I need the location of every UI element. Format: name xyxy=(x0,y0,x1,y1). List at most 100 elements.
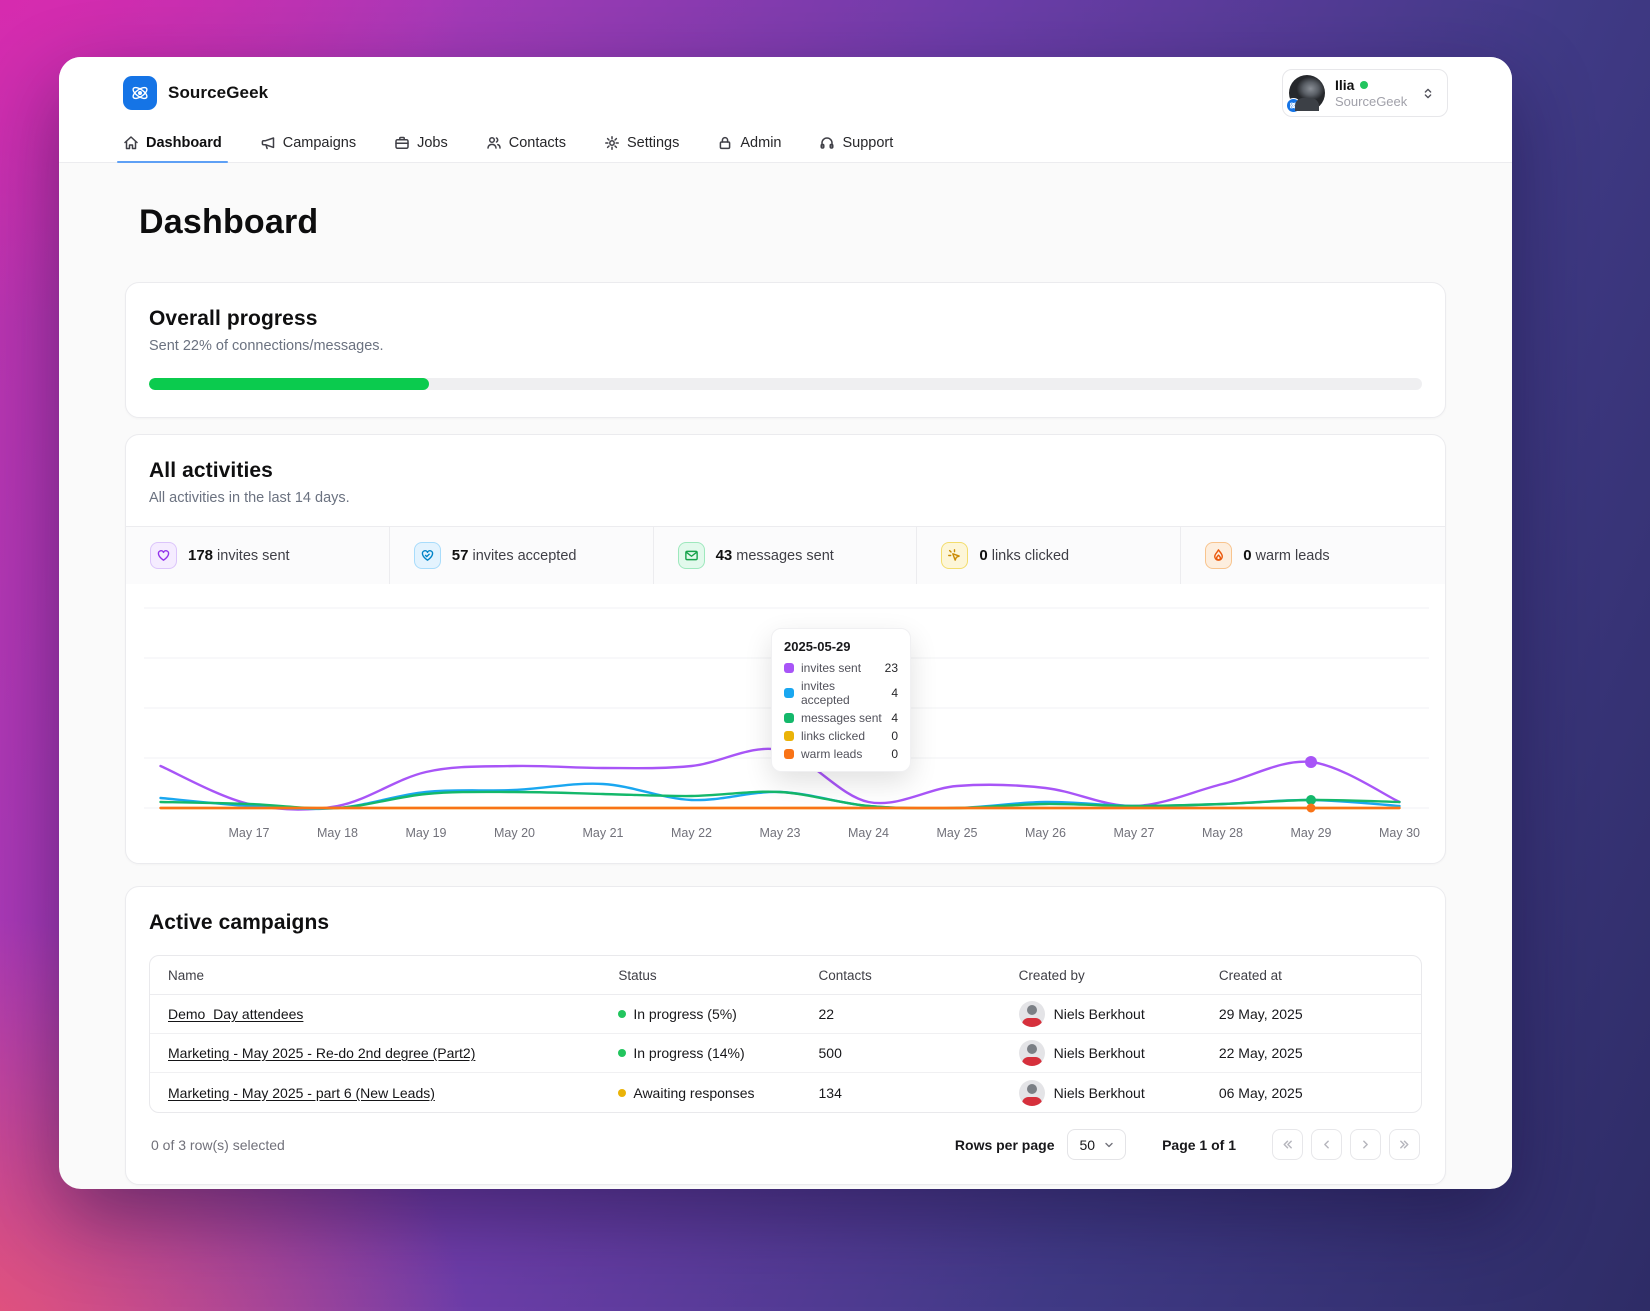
series-label: warm leads xyxy=(801,747,863,761)
chevrons-right-icon xyxy=(1400,1140,1409,1149)
nav-label: Dashboard xyxy=(146,134,222,151)
contacts-count: 22 xyxy=(818,1006,835,1022)
chevron-down-icon xyxy=(1103,1139,1115,1151)
contacts-count: 134 xyxy=(818,1084,842,1101)
series-swatch xyxy=(784,749,794,759)
user-menu[interactable]: Ilia SourceGeek xyxy=(1282,69,1448,117)
heart-hand-icon xyxy=(413,542,441,569)
series-value: 0 xyxy=(891,729,898,743)
svg-text:May 28: May 28 xyxy=(1202,826,1243,840)
creator-avatar xyxy=(1018,1001,1045,1027)
svg-text:May 27: May 27 xyxy=(1114,826,1155,840)
series-label: messages sent xyxy=(801,711,882,725)
svg-text:May 21: May 21 xyxy=(583,826,624,840)
created-at: 29 May, 2025 xyxy=(1218,1006,1303,1022)
nav-contacts[interactable]: Contacts xyxy=(486,123,566,162)
column-name: Name xyxy=(168,967,205,983)
overall-progress-title: Overall progress xyxy=(149,307,318,330)
contacts-count: 500 xyxy=(818,1045,842,1061)
column-status: Status xyxy=(618,967,657,983)
campaign-link[interactable]: Demo_Day attendees xyxy=(168,1006,303,1022)
svg-text:May 19: May 19 xyxy=(406,826,447,840)
last-page-button[interactable] xyxy=(1389,1129,1420,1160)
table-header-row: Name Status Contacts Created by Created … xyxy=(150,956,1421,995)
creator-avatar xyxy=(1018,1079,1045,1106)
stat-value: 178 xyxy=(188,547,214,564)
stat-value: 43 xyxy=(715,547,733,564)
cursor-click-icon xyxy=(941,542,969,569)
rows-per-page-value: 50 xyxy=(1079,1136,1096,1153)
campaign-link[interactable]: Marketing - May 2025 - Re-do 2nd degree … xyxy=(168,1045,475,1061)
flame-icon xyxy=(1205,542,1233,569)
chart-tooltip: 2025-05-29 invites sent 23 invites accept… xyxy=(771,628,911,772)
megaphone-icon xyxy=(260,135,276,151)
next-page-button[interactable] xyxy=(1350,1129,1381,1160)
nav-label: Campaigns xyxy=(282,134,357,151)
activities-chart[interactable]: May 17 May 18 May 19 May 20 May 21 May 22 May … xyxy=(126,584,1445,863)
stat-label: messages sent xyxy=(736,548,834,564)
tooltip-row: invites sent 23 xyxy=(784,661,898,675)
stat-label: invites accepted xyxy=(472,548,577,564)
stat-warm-leads: 0 warm leads xyxy=(1181,527,1445,584)
nav-settings[interactable]: Settings xyxy=(604,123,679,162)
campaigns-table: Name Status Contacts Created by Created … xyxy=(149,955,1422,1113)
campaign-link[interactable]: Marketing - May 2025 - part 6 (New Leads… xyxy=(168,1085,435,1101)
chevron-left-icon xyxy=(1324,1140,1329,1149)
users-icon xyxy=(486,135,502,151)
stat-value: 0 xyxy=(1243,547,1252,564)
series-swatch xyxy=(784,731,794,741)
nav-dashboard[interactable]: Dashboard xyxy=(117,123,228,163)
status-dot xyxy=(618,1010,627,1018)
main-content: Dashboard Overall progress Sent 22% of c… xyxy=(59,203,1512,1185)
user-organization: SourceGeek xyxy=(1335,93,1408,109)
svg-text:May 29: May 29 xyxy=(1291,826,1332,840)
stat-value: 57 xyxy=(451,547,469,564)
stat-value: 0 xyxy=(979,547,988,564)
home-icon xyxy=(123,135,139,151)
all-activities-subtitle: All activities in the last 14 days. xyxy=(149,490,350,506)
creator-avatar xyxy=(1018,1040,1045,1066)
nav-label: Settings xyxy=(626,134,680,151)
svg-text:May 17: May 17 xyxy=(229,826,270,840)
briefcase-icon xyxy=(394,135,410,151)
stat-label: warm leads xyxy=(1255,548,1330,564)
nav-admin[interactable]: Admin xyxy=(717,123,781,162)
series-value: 0 xyxy=(891,747,898,761)
series-value: 23 xyxy=(884,661,898,675)
table-row: Marketing - May 2025 - part 6 (New Leads… xyxy=(150,1073,1421,1112)
tooltip-date: 2025-05-29 xyxy=(784,639,851,654)
app-window: SourceGeek Ilia SourceGeek Dashboard Cam… xyxy=(59,57,1512,1189)
creator-name: Niels Berkhout xyxy=(1053,1084,1145,1101)
nav-label: Contacts xyxy=(508,134,566,151)
created-at: 06 May, 2025 xyxy=(1218,1084,1303,1101)
tooltip-row: messages sent 4 xyxy=(784,711,898,725)
nav-jobs[interactable]: Jobs xyxy=(394,123,448,162)
page-title: Dashboard xyxy=(139,203,319,241)
chevrons-left-icon xyxy=(1283,1140,1292,1149)
series-label: links clicked xyxy=(801,729,866,743)
first-page-button[interactable] xyxy=(1272,1129,1303,1160)
user-avatar xyxy=(1286,75,1325,113)
mail-sent-icon xyxy=(677,542,705,569)
series-swatch xyxy=(784,663,794,673)
nav-label: Admin xyxy=(740,134,782,151)
nav-campaigns[interactable]: Campaigns xyxy=(260,123,356,162)
status-text: In progress (14%) xyxy=(633,1045,745,1061)
previous-page-button[interactable] xyxy=(1311,1129,1342,1160)
series-label: invites accepted xyxy=(801,679,850,707)
user-name: Ilia xyxy=(1335,76,1355,93)
progress-bar xyxy=(149,378,1422,390)
brand-name: SourceGeek xyxy=(168,83,269,102)
rows-per-page-label: Rows per page xyxy=(954,1136,1055,1153)
column-created-by: Created by xyxy=(1018,967,1085,983)
column-contacts: Contacts xyxy=(818,967,872,983)
series-swatch xyxy=(784,688,794,698)
nav-support[interactable]: Support xyxy=(819,123,893,162)
brand: SourceGeek xyxy=(123,76,268,110)
stat-label: links clicked xyxy=(991,548,1070,564)
active-campaigns-title: Active campaigns xyxy=(149,911,330,934)
svg-text:May 20: May 20 xyxy=(494,826,535,840)
status-text: In progress (5%) xyxy=(633,1006,737,1022)
gear-icon xyxy=(604,135,620,151)
rows-per-page-select[interactable]: 50 xyxy=(1066,1129,1127,1160)
